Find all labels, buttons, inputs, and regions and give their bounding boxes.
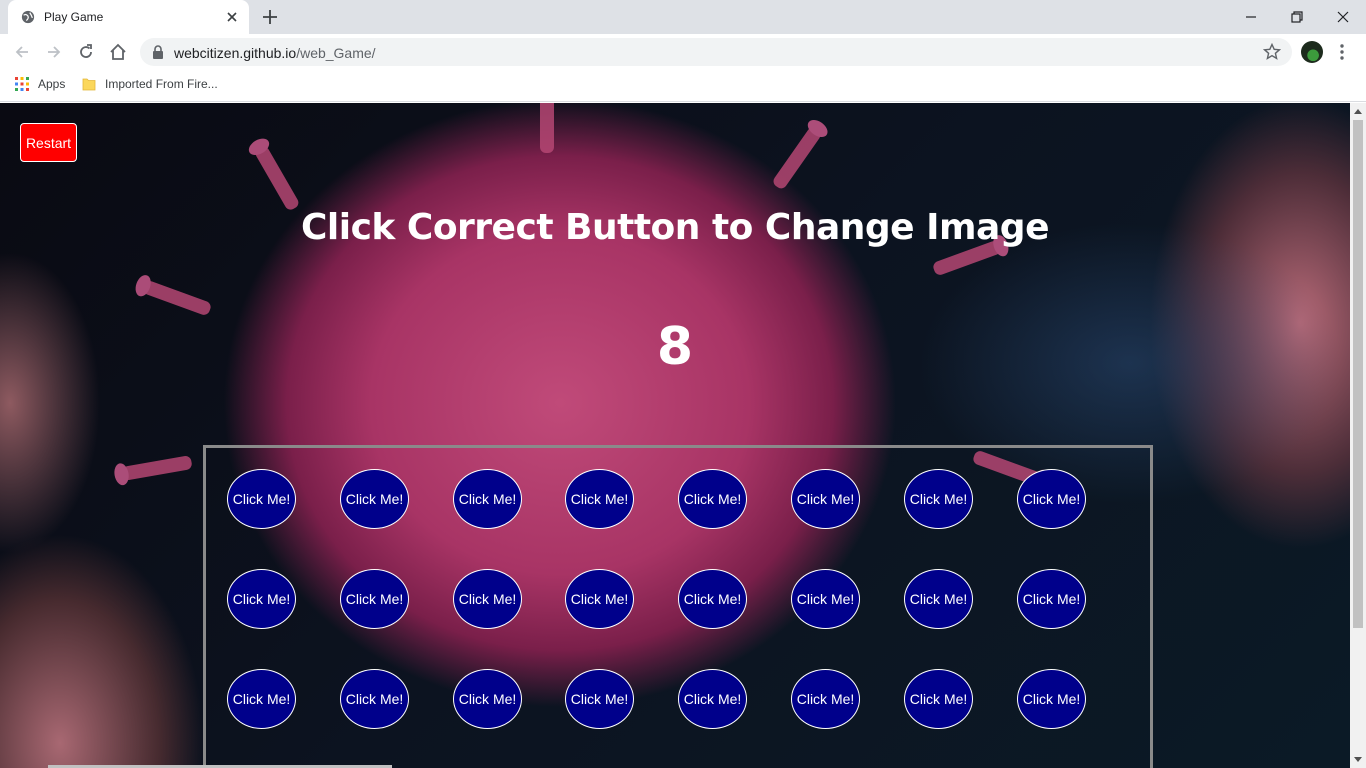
click-me-button[interactable]: Click Me! [565,669,634,729]
click-me-button[interactable]: Click Me! [453,469,522,529]
scrollbar-thumb[interactable] [1353,120,1363,628]
click-me-button[interactable]: Click Me! [904,669,973,729]
bookmark-apps[interactable]: Apps [38,77,65,91]
close-tab-icon[interactable] [224,9,240,25]
new-tab-icon[interactable] [260,7,280,27]
minimize-icon[interactable] [1241,7,1261,27]
click-me-button[interactable]: Click Me! [904,569,973,629]
address-bar[interactable]: webcitizen.github.io/web_Game/ [140,38,1292,66]
click-me-button[interactable]: Click Me! [340,669,409,729]
scroll-up-arrow-icon[interactable] [1354,109,1362,114]
click-me-button[interactable]: Click Me! [791,469,860,529]
background-virus-spike [121,455,193,481]
bookmark-star-icon[interactable] [1263,43,1281,61]
background-virus-spike [771,125,823,191]
folder-icon [82,78,96,91]
click-me-button[interactable]: Click Me! [791,569,860,629]
click-me-button[interactable]: Click Me! [1017,669,1086,729]
more-menu-icon[interactable] [1334,42,1350,62]
page-title: Click Correct Button to Change Image [300,207,1050,248]
reload-icon[interactable] [76,42,96,62]
tab-title: Play Game [44,10,104,24]
click-me-button[interactable]: Click Me! [453,569,522,629]
browser-toolbar: webcitizen.github.io/web_Game/ [0,34,1366,70]
button-board: Click Me! Click Me! Click Me! Click Me! Clic… [203,445,1153,768]
tab-strip: Play Game [0,0,1366,34]
click-me-button[interactable]: Click Me! [1017,469,1086,529]
click-me-button[interactable]: Click Me! [1017,569,1086,629]
click-me-button[interactable]: Click Me! [678,469,747,529]
restore-window-icon[interactable] [1287,7,1307,27]
click-me-button[interactable]: Click Me! [227,569,296,629]
bookmark-imported-folder[interactable]: Imported From Fire... [105,77,218,91]
click-me-button[interactable]: Click Me! [453,669,522,729]
bookmarks-bar: Apps Imported From Fire... [0,70,1366,102]
click-me-button[interactable]: Click Me! [227,469,296,529]
home-icon[interactable] [108,42,128,62]
vertical-scrollbar[interactable] [1350,103,1366,768]
forward-icon[interactable] [44,42,64,62]
click-me-button[interactable]: Click Me! [227,669,296,729]
click-me-button[interactable]: Click Me! [565,469,634,529]
apps-grid-icon [15,77,29,91]
browser-tab[interactable]: Play Game [8,0,249,34]
click-me-button[interactable]: Click Me! [904,469,973,529]
score-counter: 8 [656,317,694,377]
background-virus-spike [540,103,554,153]
click-me-button[interactable]: Click Me! [791,669,860,729]
globe-icon [21,10,35,24]
click-me-button[interactable]: Click Me! [340,469,409,529]
close-window-icon[interactable] [1333,7,1353,27]
restart-button[interactable]: Restart [20,123,77,162]
click-me-button[interactable]: Click Me! [678,669,747,729]
click-me-button[interactable]: Click Me! [340,569,409,629]
url-text: webcitizen.github.io/web_Game/ [174,45,376,61]
scroll-down-arrow-icon[interactable] [1354,757,1362,762]
background-virus-spike [253,144,301,212]
back-icon[interactable] [12,42,32,62]
lock-icon [153,45,163,59]
game-page: Restart Click Correct Button to Change I… [0,103,1350,768]
background-virus-spike [141,279,213,317]
click-me-button[interactable]: Click Me! [565,569,634,629]
profile-avatar[interactable] [1301,41,1323,63]
click-me-button[interactable]: Click Me! [678,569,747,629]
